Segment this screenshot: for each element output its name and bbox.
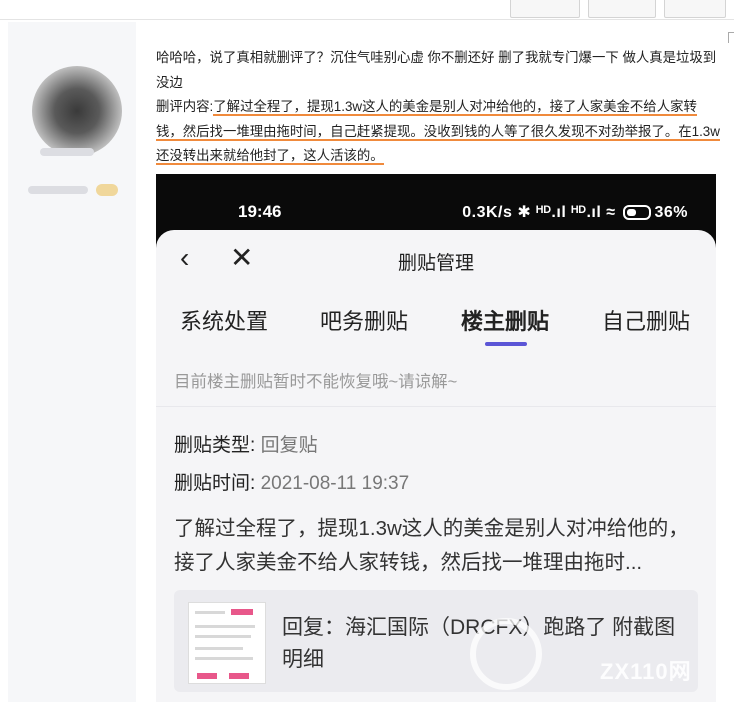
status-signal-icons: ✱ ᴴᴰ.ıl ᴴᴰ.ıl ≈: [517, 204, 616, 221]
active-tab-indicator: [485, 342, 527, 346]
watermark: ZX110网: [600, 659, 692, 684]
user-info-column: [8, 22, 136, 702]
divider: [156, 406, 716, 407]
delete-time-value: 2021-08-11 19:37: [260, 473, 410, 494]
top-divider: [0, 19, 734, 20]
user-badge-blurred: [96, 184, 118, 196]
notice-text: 目前楼主删贴暂时不能恢复哦~请谅解~: [174, 373, 458, 391]
battery-icon: [623, 205, 652, 221]
top-toolbar-button[interactable]: [510, 0, 580, 18]
tab-op[interactable]: 楼主删贴: [461, 304, 549, 336]
deleted-label: 删评内容:: [156, 99, 214, 114]
post-deleted-quote: 删评内容:了解过全程了，提现1.3w这人的美金是别人对冲给他的，接了人家美金不给…: [156, 95, 722, 169]
user-level-blurred: [28, 186, 88, 194]
delete-time-label: 删贴时间:: [174, 473, 256, 494]
watermark-logo-icon: [470, 618, 542, 690]
delete-management-sheet: ‹ ✕ 删贴管理 系统处置 吧务删贴 楼主删贴 自己删贴 目前楼主删贴暂时不能恢…: [156, 230, 716, 702]
delete-type-label: 删贴类型:: [174, 435, 256, 456]
status-network: 0.3K/s: [462, 204, 513, 221]
post-line-intro: 哈哈哈，说了真相就删评了？沉住气哇别心虚 你不删还好 删了我就专门爆一下 做人真…: [156, 50, 717, 90]
tab-admin[interactable]: 吧务删贴: [320, 304, 408, 336]
top-toolbar-button[interactable]: [664, 0, 726, 18]
tab-self[interactable]: 自己删贴: [602, 304, 690, 336]
status-time: 19:46: [238, 202, 282, 221]
deleted-content: 了解过全程了，提现1.3w这人的美金是别人对冲给他的，接了人家美金不给人家转钱，…: [174, 517, 689, 574]
post-body: 哈哈哈，说了真相就删评了？沉住气哇别心虚 你不删还好 删了我就专门爆一下 做人真…: [156, 46, 722, 169]
page-title: 删贴管理: [397, 253, 474, 274]
reply-thumbnail: [188, 602, 266, 684]
delete-type-row: 删贴类型: 回复贴: [174, 430, 318, 457]
delete-time-row: 删贴时间: 2021-08-11 19:37: [174, 468, 409, 495]
corner-bracket: [728, 32, 734, 43]
top-toolbar-button[interactable]: [588, 0, 656, 18]
phone-screenshot: 19:46 0.3K/s ✱ ᴴᴰ.ıl ᴴᴰ.ıl ≈ 36% ‹ ✕ 删贴管…: [156, 174, 716, 702]
status-right: 0.3K/s ✱ ᴴᴰ.ıl ᴴᴰ.ıl ≈ 36%: [462, 202, 688, 222]
phone-status-bar: 19:46 0.3K/s ✱ ᴴᴰ.ıl ᴴᴰ.ıl ≈ 36%: [156, 174, 716, 230]
avatar[interactable]: [32, 66, 122, 156]
status-battery: 36%: [654, 204, 688, 221]
username-blurred: [40, 148, 94, 156]
delete-type-value: 回复贴: [260, 435, 318, 456]
deleted-comment-highlight: 了解过全程了，提现1.3w这人的美金是别人对冲给他的，接了人家美金不给人家转钱，…: [156, 99, 720, 165]
tab-system[interactable]: 系统处置: [180, 304, 268, 336]
